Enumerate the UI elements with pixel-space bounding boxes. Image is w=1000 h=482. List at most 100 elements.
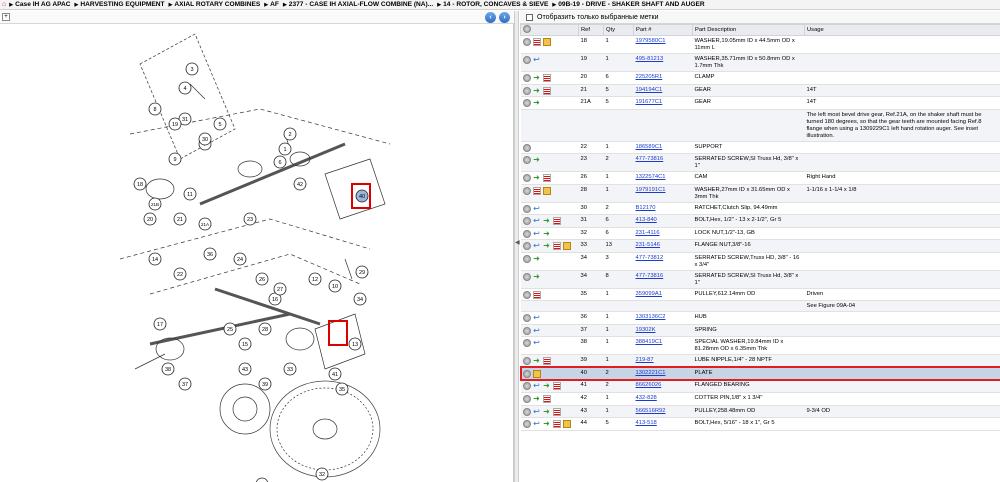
green-arrow-icon[interactable]: ➜ [533, 174, 541, 182]
callout-32[interactable]: 32 [315, 467, 329, 481]
table-row[interactable]: ↩ ➜ 44 5 413-518 BOLT,Hex, 5/16" - 18 x 1", G… [520, 417, 1000, 431]
callout-6[interactable]: 6 [273, 155, 287, 169]
row-select-icon[interactable] [522, 156, 531, 165]
callout-39[interactable]: 39 [258, 377, 272, 391]
green-arrow-icon[interactable]: ➜ [543, 217, 551, 225]
table-row[interactable]: ↩ ➜ 43 1 566516R92 PULLEY,258.48mm OD 9-3/4 OD [520, 405, 1000, 419]
row-select-icon[interactable] [522, 174, 531, 183]
callout-20[interactable]: 20 [143, 212, 157, 226]
note-icon[interactable] [552, 217, 561, 226]
table-row[interactable]: ↩ ➜ 31 6 413-840 BOLT,Hex, 1/2" - 13 x 2-1/2"… [520, 214, 1000, 228]
table-row[interactable]: ➜ 21 5 194194C1 GEAR 14T [520, 84, 1000, 98]
callout-14[interactable]: 14 [148, 252, 162, 266]
col-description[interactable]: Part Description [692, 24, 805, 36]
col-usage[interactable]: Usage [804, 24, 1000, 36]
callout-3[interactable]: 3 [185, 62, 199, 76]
callout-9[interactable]: 9 [168, 152, 182, 166]
note-icon[interactable] [532, 290, 541, 299]
blue-arrow-icon[interactable]: ↩ [533, 326, 541, 335]
table-row[interactable]: ↩ 30 2 B12170 RATCHET,Clutch Slip, 94.49mm [520, 202, 1000, 216]
part-number-link[interactable]: 388419C1 [636, 339, 663, 345]
table-row[interactable]: ➜ 34 8 477-73816 SERRATED SCREW,SI Truss Hd,… [520, 270, 1000, 289]
row-select-icon[interactable] [522, 407, 531, 416]
green-arrow-icon[interactable]: ➜ [543, 420, 551, 428]
callout-44[interactable]: 44 [255, 477, 269, 482]
row-select-icon[interactable] [522, 86, 531, 95]
table-row-selected[interactable]: 40 2 1302221C1 PLATE [520, 366, 1000, 381]
row-select-icon[interactable] [522, 382, 531, 391]
callout-11[interactable]: 11 [183, 187, 197, 201]
row-select-icon[interactable] [522, 357, 531, 366]
part-number-link[interactable]: 231-5146 [636, 242, 661, 248]
callout-35[interactable]: 35 [335, 382, 349, 396]
note-icon[interactable] [542, 174, 551, 183]
callout-18[interactable]: 18 [133, 177, 147, 191]
callout-36[interactable]: 36 [203, 247, 217, 261]
note-icon[interactable] [532, 186, 541, 195]
table-row[interactable]: 28 1 1979191C1 WASHER,27mm ID x 31.65mm OD … [520, 184, 1000, 203]
row-select-icon[interactable] [522, 369, 531, 378]
callout-28[interactable]: 28 [258, 322, 272, 336]
note-icon[interactable] [542, 74, 551, 82]
row-select-icon[interactable] [522, 272, 531, 281]
callout-1[interactable]: 1 [278, 142, 292, 156]
part-number-link[interactable]: 1303136C2 [636, 314, 666, 320]
part-number-link[interactable]: B12170 [636, 205, 656, 211]
callout-19[interactable]: 19 [168, 117, 182, 131]
table-row[interactable]: ➜ 34 3 477-73812 SERRATED SCREW,Truss HD, 3/… [520, 252, 1000, 271]
callout-43[interactable]: 43 [238, 362, 252, 376]
part-number-link[interactable]: 477-73816 [636, 156, 664, 162]
breadcrumb-item[interactable]: 2377 - CASE IH AXIAL-FLOW COMBINE (NA)..… [283, 1, 433, 8]
row-select-icon[interactable] [522, 74, 531, 82]
callout-37[interactable]: 37 [178, 377, 192, 391]
part-number-link[interactable]: 413-518 [636, 420, 657, 426]
callout-12[interactable]: 12 [308, 272, 322, 286]
settings-icon[interactable] [523, 25, 531, 33]
show-selected-checkbox[interactable] [526, 13, 533, 21]
part-number-link[interactable]: 477-73816 [636, 273, 664, 279]
note-icon[interactable] [552, 407, 561, 416]
row-select-icon[interactable] [522, 314, 531, 323]
row-select-icon[interactable] [522, 99, 531, 108]
table-row[interactable]: ↩ 36 1 1303136C2 HUB [520, 311, 1000, 325]
green-arrow-icon[interactable]: ➜ [533, 272, 541, 281]
note-icon[interactable] [552, 382, 561, 391]
row-select-icon[interactable] [522, 326, 531, 335]
previous-icon[interactable]: ‹ [485, 12, 496, 23]
parts-diagram[interactable]: 348971121B30312021521642181923224021A143… [0, 24, 514, 482]
row-select-icon[interactable] [522, 186, 531, 195]
blue-arrow-icon[interactable]: ↩ [533, 420, 541, 428]
part-number-link[interactable]: 186589C1 [636, 144, 663, 150]
blue-arrow-icon[interactable]: ↩ [533, 407, 541, 416]
callout-22[interactable]: 22 [173, 267, 187, 281]
col-part[interactable]: Part # [633, 24, 693, 36]
green-arrow-icon[interactable]: ➜ [533, 254, 541, 263]
table-row[interactable]: 35 1 359099A1 PULLEY,612.14mm OD Driven [520, 288, 1000, 302]
note-icon[interactable] [542, 394, 551, 403]
green-arrow-icon[interactable]: ➜ [543, 242, 551, 250]
note-icon[interactable] [552, 242, 561, 251]
row-select-icon[interactable] [522, 217, 531, 226]
part-number-link[interactable]: 432-828 [636, 395, 657, 401]
row-select-icon[interactable] [522, 420, 531, 429]
table-row[interactable]: 18 1 1979580C1 WASHER,19.05mm ID x 44.5mm O… [520, 35, 1000, 54]
part-number-link[interactable]: 19302K [636, 327, 656, 333]
green-arrow-icon[interactable]: ➜ [533, 99, 541, 107]
table-row[interactable]: ↩ ➜ 41 2 86626026 FLANGED BEARING [520, 379, 1000, 393]
callout-10[interactable]: 10 [328, 279, 342, 293]
blue-arrow-icon[interactable]: ↩ [533, 217, 541, 225]
row-select-icon[interactable] [522, 254, 531, 263]
callout-26[interactable]: 26 [255, 272, 269, 286]
note-icon[interactable] [552, 420, 561, 429]
table-row[interactable]: See Figure 09A-04 [520, 300, 1000, 313]
table-row[interactable]: ➜ 20 6 225205R1 CLAMP [520, 71, 1000, 85]
green-arrow-icon[interactable]: ➜ [533, 86, 541, 95]
home-icon[interactable]: ⌂ [2, 1, 6, 8]
table-row[interactable]: ➜ 23 2 477-73816 SERRATED SCREW,SI Truss Hd,… [520, 153, 1000, 173]
row-select-icon[interactable] [522, 290, 531, 299]
table-row[interactable]: The left most bevel drive gear, Ref.21A,… [520, 109, 1000, 142]
blue-arrow-icon[interactable]: ↩ [533, 229, 541, 238]
expand-icon[interactable]: + [2, 13, 10, 21]
callout-17[interactable]: 17 [153, 317, 167, 331]
table-row[interactable]: ↩ 19 1 495-81213 WASHER,35.71mm ID x 50.8mm … [520, 53, 1000, 72]
